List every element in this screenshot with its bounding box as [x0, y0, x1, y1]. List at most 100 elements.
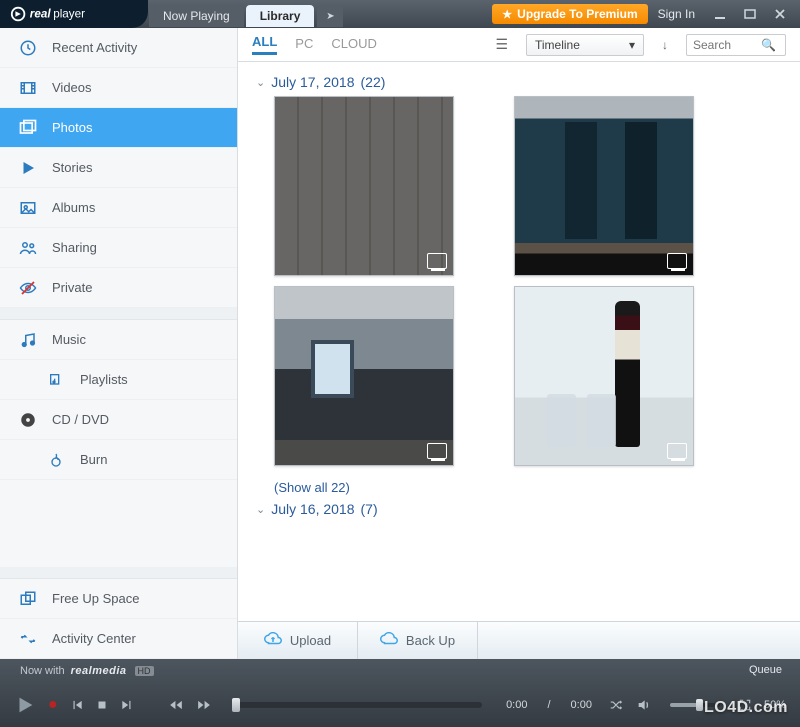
hd-badge: HD [135, 666, 154, 676]
date-count: (22) [361, 74, 386, 90]
player-bar: Now with realmedia HD Queue ● 0:00 / 0:0… [0, 659, 800, 727]
backup-button[interactable]: Back Up [358, 622, 478, 659]
photo-thumbnail[interactable] [274, 286, 454, 466]
photo-thumbnail[interactable] [514, 96, 694, 276]
time-current: 0:00 [506, 699, 527, 711]
play-button[interactable] [14, 694, 36, 716]
burn-icon [46, 450, 66, 470]
sidebar-item-sharing[interactable]: Sharing [0, 228, 237, 268]
filter-all[interactable]: ALL [252, 34, 277, 55]
sidebar-item-activity-center[interactable]: Activity Center [0, 619, 237, 659]
cloud-icon [380, 632, 398, 649]
backup-label: Back Up [406, 633, 455, 648]
action-bar: Upload Back Up [238, 621, 800, 659]
photo-thumbnail[interactable] [274, 96, 454, 276]
sidebar-item-recent-activity[interactable]: Recent Activity [0, 28, 237, 68]
show-all-link[interactable]: (Show all 22) [274, 480, 782, 495]
upgrade-label: Upgrade To Premium [517, 7, 637, 21]
volume-handle[interactable] [696, 699, 703, 711]
sidebar-item-label: Free Up Space [52, 591, 139, 606]
sign-in-link[interactable]: Sign In [658, 7, 695, 21]
sidebar-item-label: Playlists [80, 372, 128, 387]
tab-more[interactable]: ➤ [317, 5, 343, 27]
filter-pc[interactable]: PC [295, 36, 313, 54]
pc-badge-icon [667, 443, 687, 459]
free-up-icon [18, 589, 38, 609]
sidebar-item-music[interactable]: Music [0, 320, 237, 360]
upgrade-button[interactable]: ★ Upgrade To Premium [492, 4, 647, 24]
chevron-down-icon: ⌄ [256, 503, 265, 516]
sidebar-item-label: Sharing [52, 240, 97, 255]
sidebar-item-videos[interactable]: Videos [0, 68, 237, 108]
film-icon [18, 78, 38, 98]
minimize-button[interactable] [708, 5, 732, 23]
forward-button[interactable] [196, 698, 212, 712]
activity-icon [18, 629, 38, 649]
sidebar-item-label: Stories [52, 160, 92, 175]
sidebar-item-free-up-space[interactable]: Free Up Space [0, 579, 237, 619]
sidebar-separator [0, 567, 237, 579]
queue-link[interactable]: Queue [749, 664, 782, 676]
sidebar-item-label: Music [52, 332, 86, 347]
chevron-down-icon: ▾ [629, 38, 635, 52]
date-label: July 16, 2018 [271, 501, 354, 517]
pc-badge-icon [427, 253, 447, 269]
search-box[interactable]: 🔍 [686, 34, 786, 56]
search-input[interactable] [693, 38, 761, 52]
sidebar-item-label: Burn [80, 452, 107, 467]
svg-text:player: player [53, 8, 85, 21]
image-icon [18, 198, 38, 218]
people-icon [18, 238, 38, 258]
next-button[interactable] [120, 698, 134, 712]
date-count: (7) [361, 501, 378, 517]
sidebar-separator [0, 308, 237, 320]
timeline-label: Timeline [535, 38, 580, 52]
upload-label: Upload [290, 633, 331, 648]
record-button[interactable]: ● [48, 696, 58, 714]
prev-button[interactable] [70, 698, 84, 712]
upload-button[interactable]: Upload [238, 622, 358, 659]
list-mode-icon[interactable]: ☰ [495, 36, 508, 53]
download-icon[interactable]: ↓ [662, 38, 668, 52]
pc-badge-icon [667, 253, 687, 269]
sidebar-item-stories[interactable]: Stories [0, 148, 237, 188]
sidebar-item-label: Activity Center [52, 631, 136, 646]
chevron-down-icon: ⌄ [256, 76, 265, 89]
star-icon: ★ [502, 8, 512, 21]
sidebar-item-photos[interactable]: Photos [0, 108, 237, 148]
maximize-button[interactable] [738, 5, 762, 23]
search-icon: 🔍 [761, 38, 776, 52]
filter-bar: ALL PC CLOUD ☰ Timeline ▾ ↓ 🔍 [238, 28, 800, 62]
tab-now-playing[interactable]: Now Playing [149, 5, 244, 27]
date-group-header[interactable]: ⌄ July 16, 2018 (7) [256, 501, 782, 517]
rewind-button[interactable] [168, 698, 184, 712]
svg-text:real: real [30, 8, 52, 21]
photos-icon [18, 118, 38, 138]
photo-thumbnail[interactable] [514, 286, 694, 466]
thumbnail-row [256, 96, 782, 286]
upload-icon [264, 632, 282, 649]
date-label: July 17, 2018 [271, 74, 354, 90]
close-button[interactable] [768, 5, 792, 23]
filter-cloud[interactable]: CLOUD [331, 36, 377, 54]
sidebar-item-private[interactable]: Private [0, 268, 237, 308]
sidebar-item-playlists[interactable]: Playlists [0, 360, 237, 400]
seek-handle[interactable] [232, 698, 240, 712]
watermark: LO4D.com [704, 699, 788, 717]
content-area: ALL PC CLOUD ☰ Timeline ▾ ↓ 🔍 ⌄ July 17,… [238, 28, 800, 659]
sidebar-item-albums[interactable]: Albums [0, 188, 237, 228]
stop-button[interactable] [96, 699, 108, 711]
date-group-header[interactable]: ⌄ July 17, 2018 (22) [256, 74, 782, 90]
player-controls: ● 0:00 / 0:00 50% [0, 683, 800, 727]
tab-library[interactable]: Library [246, 5, 315, 27]
volume-icon[interactable] [636, 697, 652, 713]
sidebar-item-label: Albums [52, 200, 95, 215]
sidebar-item-burn[interactable]: Burn [0, 440, 237, 480]
seek-bar[interactable] [232, 702, 482, 708]
sidebar: Recent Activity Videos Photos Stories Al… [0, 28, 238, 659]
shuffle-button[interactable] [608, 698, 624, 712]
sidebar-item-cd-dvd[interactable]: CD / DVD [0, 400, 237, 440]
photo-scroll-area[interactable]: ⌄ July 17, 2018 (22) (Show all 22) ⌄ Jul… [238, 62, 800, 621]
timeline-dropdown[interactable]: Timeline ▾ [526, 34, 644, 56]
thumbnail-row [256, 286, 782, 476]
